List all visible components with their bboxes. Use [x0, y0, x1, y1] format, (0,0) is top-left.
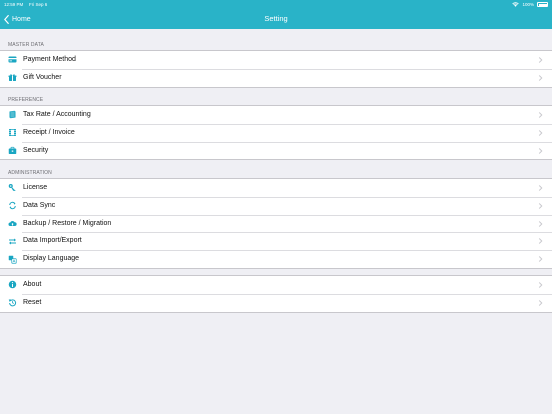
cloud-icon — [8, 220, 17, 226]
row-label: Tax Rate / Accounting — [23, 111, 91, 118]
row-backup-restore[interactable]: Backup / Restore / Migration — [0, 214, 552, 233]
page-title: Setting — [264, 14, 288, 23]
chevron-right-icon — [538, 57, 543, 63]
status-bar: 12:59 PM Fri Sep 6 100% — [0, 0, 552, 9]
row-label: Backup / Restore / Migration — [23, 219, 112, 227]
translate-icon — [8, 255, 17, 264]
chevron-right-icon — [538, 147, 543, 154]
chevron-right-icon — [538, 74, 543, 81]
sync-icon — [9, 202, 16, 210]
chevron-right-icon — [538, 112, 543, 118]
group-administration: License Data Sync Backup / Restore / Mig… — [0, 178, 552, 269]
chevron-right-icon — [538, 299, 543, 306]
row-security[interactable]: Security — [0, 141, 552, 160]
gift-icon — [8, 74, 17, 82]
row-gift-voucher[interactable]: Gift Voucher — [0, 68, 552, 87]
row-data-import-export[interactable]: Data Import/Export — [0, 232, 552, 250]
row-receipt-invoice[interactable]: Receipt / Invoice — [0, 123, 552, 142]
chevron-right-icon — [538, 202, 543, 209]
wifi-icon — [512, 2, 520, 7]
reset-icon — [8, 299, 17, 307]
group-general: About Reset — [0, 275, 552, 313]
row-label: Display Language — [23, 255, 80, 263]
status-right: 100% — [512, 0, 548, 9]
row-display-language[interactable]: Display Language — [0, 250, 552, 268]
chevron-right-icon — [538, 129, 543, 136]
row-label: License — [23, 184, 48, 191]
row-label: Gift Voucher — [23, 73, 62, 81]
nav-bar: Home Setting — [0, 9, 552, 29]
row-label: Data Import/Export — [23, 237, 82, 245]
row-label: Receipt / Invoice — [23, 128, 75, 136]
row-label: Payment Method — [23, 56, 76, 63]
status-date: Fri Sep 6 — [29, 2, 48, 7]
section-header-master-data: MASTER DATA — [8, 42, 44, 48]
section-header-preference: PREFERENCE — [8, 97, 44, 103]
chevron-right-icon — [538, 256, 543, 263]
group-master-data: Payment Method Gift Voucher — [0, 50, 552, 88]
chevron-right-icon — [538, 220, 543, 227]
section-header-administration: ADMINISTRATION — [8, 170, 52, 176]
film-receipt-icon — [9, 129, 16, 137]
row-data-sync[interactable]: Data Sync — [0, 196, 552, 215]
info-icon — [8, 281, 17, 289]
top-bar: 12:59 PM Fri Sep 6 100% Home Setting — [0, 0, 552, 29]
chevron-right-icon — [538, 185, 543, 191]
briefcase-icon — [8, 146, 17, 154]
row-about[interactable]: About — [0, 276, 552, 294]
book-icon — [9, 111, 16, 119]
group-preference: Tax Rate / Accounting Receipt / Invoice … — [0, 105, 552, 161]
chevron-right-icon — [538, 238, 543, 245]
transfer-icon — [9, 238, 16, 245]
row-reset[interactable]: Reset — [0, 293, 552, 312]
battery-icon — [537, 2, 548, 7]
row-license[interactable]: License — [0, 179, 552, 197]
battery-percent: 100% — [522, 2, 534, 7]
row-label: About — [23, 281, 42, 288]
row-tax-rate[interactable]: Tax Rate / Accounting — [0, 106, 552, 124]
row-label: Security — [23, 146, 49, 154]
status-time: 12:59 PM — [4, 2, 24, 7]
credit-card-icon — [8, 56, 17, 63]
key-icon — [8, 184, 16, 192]
chevron-right-icon — [538, 282, 543, 288]
row-label: Reset — [23, 298, 42, 306]
row-payment-method[interactable]: Payment Method — [0, 51, 552, 69]
row-label: Data Sync — [23, 201, 56, 209]
